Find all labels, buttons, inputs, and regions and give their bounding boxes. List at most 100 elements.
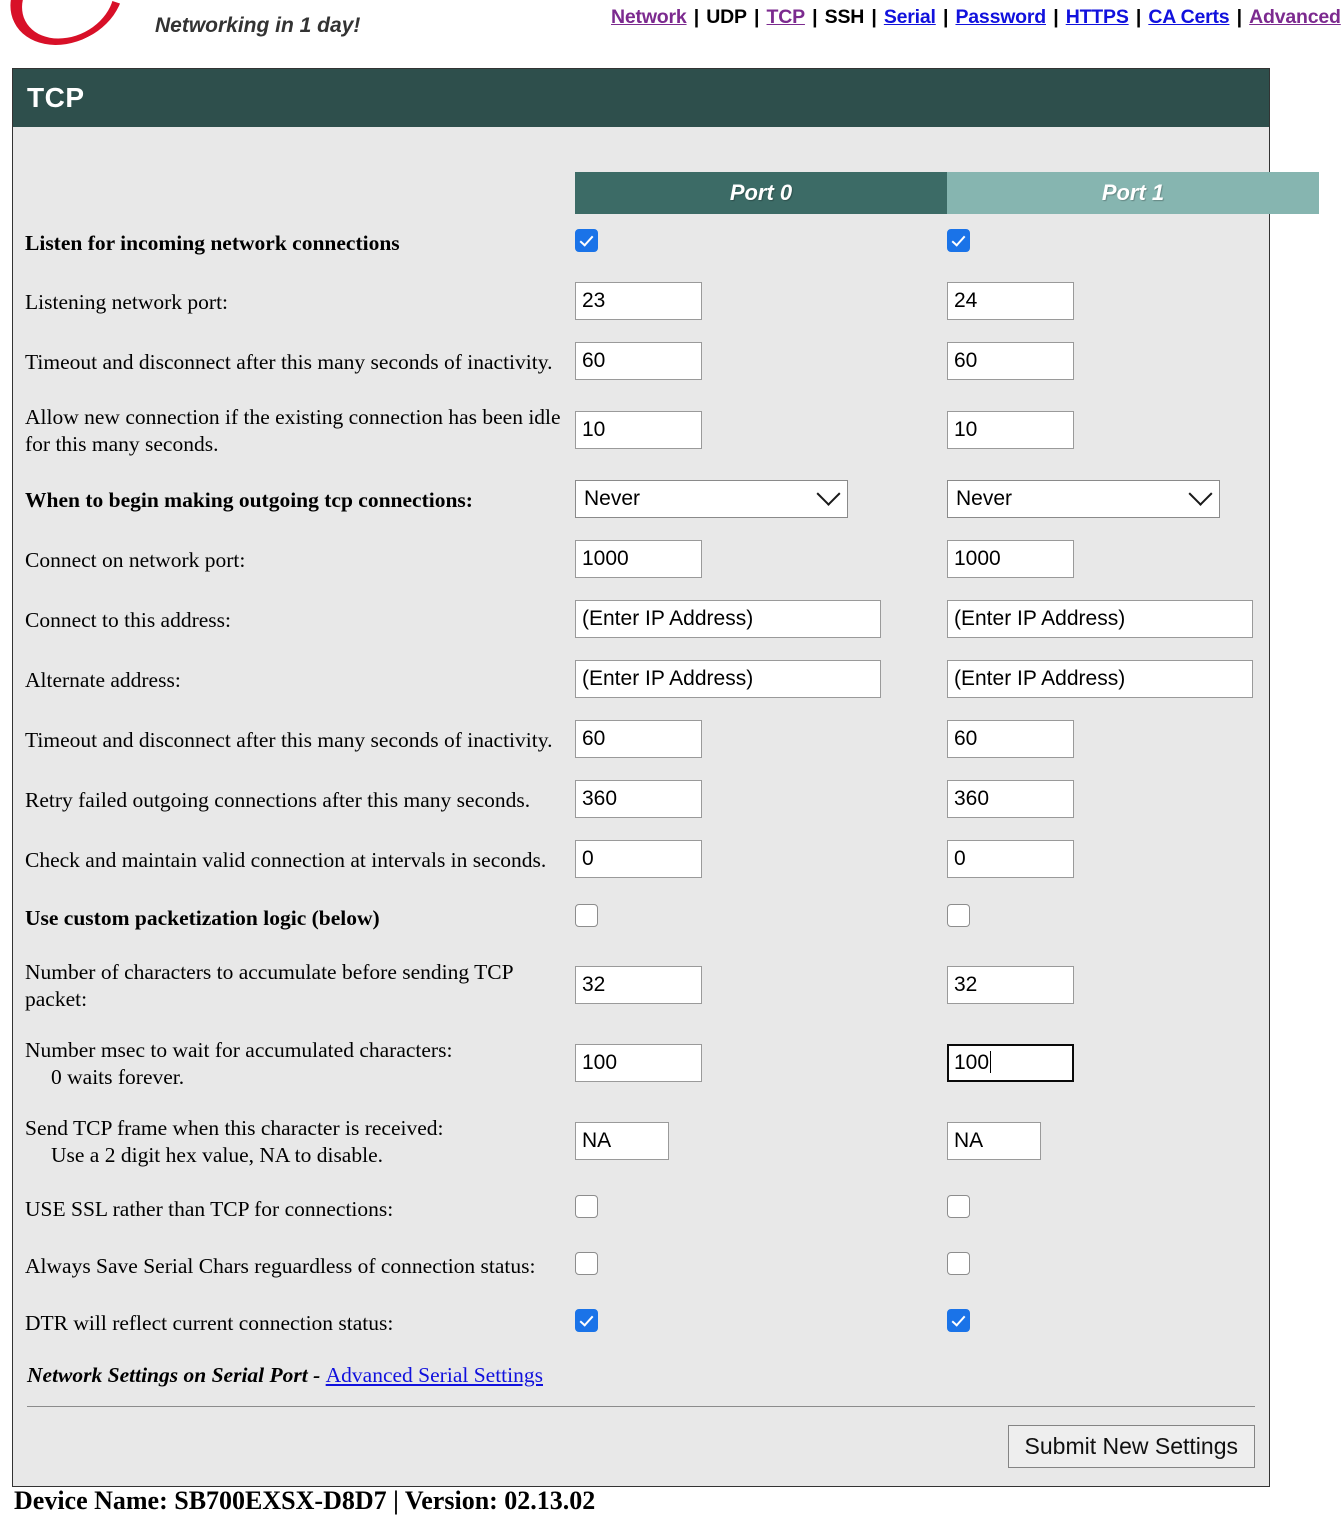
cell-port0 [575,1308,947,1337]
input-port1-row8[interactable]: 60 [947,720,1074,758]
row-label-text: Number of characters to accumulate befor… [25,960,513,1011]
row-label-text: Alternate address: [25,667,181,692]
column-header-port1: Port 1 [947,172,1319,214]
input-port0-row7[interactable]: (Enter IP Address) [575,660,881,698]
input-port1-row13[interactable]: 100 [947,1044,1074,1082]
checkbox-port1-row15[interactable] [947,1194,970,1218]
settings-row: Use custom packetization logic (below) [13,889,1269,946]
main-navigation[interactable]: Network | UDP | TCP | SSH | Serial | Pas… [611,6,1342,29]
input-value: 32 [954,973,978,996]
cell-port1: NA [947,1122,1319,1160]
input-port1-row10[interactable]: 0 [947,840,1074,878]
cell-port1: (Enter IP Address) [947,600,1319,638]
input-port1-row9[interactable]: 360 [947,780,1074,818]
select-port0-row4[interactable]: Never [575,480,848,518]
input-port0-row5[interactable]: 1000 [575,540,702,578]
cell-port1: 60 [947,342,1319,380]
nav-link-serial[interactable]: Serial [884,6,936,28]
advanced-serial-settings-link[interactable]: Advanced Serial Settings [326,1363,543,1387]
row-label: DTR will reflect current connection stat… [25,1308,575,1337]
checkbox-port1-row16[interactable] [947,1251,970,1275]
nav-link-network[interactable]: Network [611,6,687,28]
cell-port0 [575,1194,947,1223]
nav-link-ssh: SSH [824,6,865,28]
row-label: Listening network port: [25,287,575,316]
nav-separator: | [806,6,823,28]
row-label-text: Number msec to wait for accumulated char… [25,1038,453,1062]
settings-row: USE SSL rather than TCP for connections: [13,1180,1269,1237]
row-label: Timeout and disconnect after this many s… [25,347,575,376]
input-port0-row14[interactable]: NA [575,1122,669,1160]
checkbox-port1-row11[interactable] [947,903,970,927]
select-port1-row4[interactable]: Never [947,480,1220,518]
settings-row: Send TCP frame when this character is re… [13,1102,1269,1180]
checkbox-port0-row17[interactable] [575,1308,598,1332]
nav-link-https[interactable]: HTTPS [1066,6,1129,28]
submit-new-settings-button[interactable]: Submit New Settings [1007,1425,1255,1468]
input-value: 1000 [582,547,629,570]
cell-port0: (Enter IP Address) [575,600,947,638]
settings-row: Listen for incoming network connections [13,214,1269,271]
settings-row: Listening network port: 23 24 [13,271,1269,331]
cell-port1 [947,903,1319,932]
input-value: NA [954,1129,984,1152]
input-port1-row7[interactable]: (Enter IP Address) [947,660,1253,698]
nav-link-password[interactable]: Password [955,6,1046,28]
settings-row: DTR will reflect current connection stat… [13,1294,1269,1351]
settings-row: Allow new connection if the existing con… [13,391,1269,469]
input-port0-row2[interactable]: 60 [575,342,702,380]
input-port0-row9[interactable]: 360 [575,780,702,818]
input-port0-row6[interactable]: (Enter IP Address) [575,600,881,638]
settings-row: Always Save Serial Chars reguardless of … [13,1237,1269,1294]
cell-port1: (Enter IP Address) [947,660,1319,698]
row-label: Use custom packetization logic (below) [25,903,575,932]
row-label: Check and maintain valid connection at i… [25,845,575,874]
checkbox-port0-row16[interactable] [575,1251,598,1275]
nav-separator: | [1231,6,1248,28]
input-value: 10 [954,418,978,441]
input-value: 1000 [954,547,1001,570]
input-port1-row1[interactable]: 24 [947,282,1074,320]
port-column-headers: Port 0 Port 1 [13,172,1319,214]
input-value: 60 [954,727,978,750]
input-port1-row2[interactable]: 60 [947,342,1074,380]
row-label: Listen for incoming network connections [25,228,575,257]
nav-separator: | [1048,6,1064,28]
nav-link-ca-certs[interactable]: CA Certs [1148,6,1229,28]
input-port1-row12[interactable]: 32 [947,966,1074,1004]
input-value: (Enter IP Address) [954,607,1126,630]
input-value: (Enter IP Address) [954,667,1126,690]
chevron-down-icon [816,481,841,506]
cell-port1: 1000 [947,540,1319,578]
input-port0-row1[interactable]: 23 [575,282,702,320]
input-value: 60 [582,727,606,750]
input-port0-row3[interactable]: 10 [575,411,702,449]
page-title: TCP [13,69,1269,127]
row-label: Connect on network port: [25,545,575,574]
input-value: 60 [954,349,978,372]
checkbox-port0-row0[interactable] [575,228,598,252]
input-port1-row5[interactable]: 1000 [947,540,1074,578]
serial-settings-note: Network Settings on Serial Port - Advanc… [13,1351,1269,1388]
input-port0-row12[interactable]: 32 [575,966,702,1004]
input-port1-row6[interactable]: (Enter IP Address) [947,600,1253,638]
cell-port1: 10 [947,411,1319,449]
input-value: 360 [582,787,618,810]
input-port0-row13[interactable]: 100 [575,1044,702,1082]
checkbox-port1-row17[interactable] [947,1308,970,1332]
checkbox-port0-row15[interactable] [575,1194,598,1218]
input-port0-row10[interactable]: 0 [575,840,702,878]
row-label: When to begin making outgoing tcp connec… [25,485,575,514]
checkbox-port0-row11[interactable] [575,903,598,927]
checkbox-port1-row0[interactable] [947,228,970,252]
cell-port0 [575,903,947,932]
nav-link-advanced[interactable]: Advanced [1249,6,1341,28]
nav-separator: | [688,6,705,28]
row-label: Alternate address: [25,665,575,694]
input-port1-row14[interactable]: NA [947,1122,1041,1160]
input-port0-row8[interactable]: 60 [575,720,702,758]
settings-rows: Listen for incoming network connections L… [13,214,1269,1351]
input-port1-row3[interactable]: 10 [947,411,1074,449]
nav-link-tcp[interactable]: TCP [767,6,806,28]
text-caret [990,1051,992,1073]
